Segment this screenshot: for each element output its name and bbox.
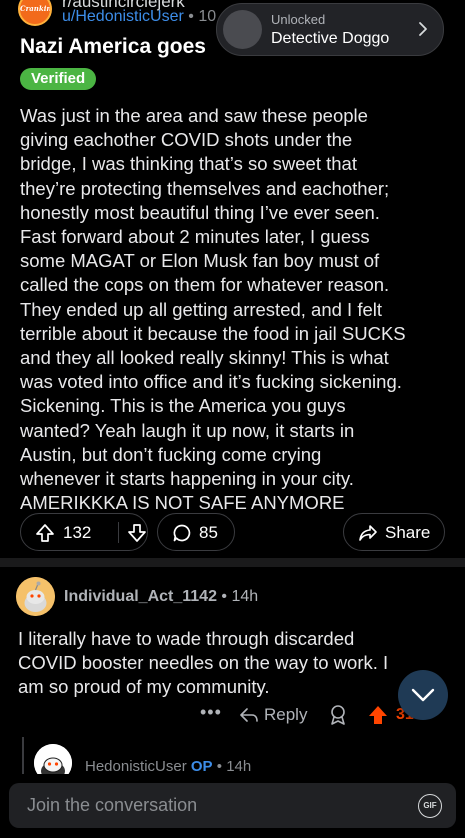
more-options-icon[interactable]: ••• [200,702,222,723]
comment-actions: ••• Reply 31 [0,702,465,728]
reply-button[interactable]: Reply [264,705,307,725]
comments-button[interactable]: 85 [157,513,235,551]
subreddit-avatar[interactable]: Crankin [18,0,52,26]
toast-subtitle: Unlocked [271,12,326,27]
comment-author[interactable]: Individual_Act_1142 [64,588,217,605]
text-line: they’re protecting themselves and eachot… [20,177,390,199]
post-body: Was just in the area and saw these peopl… [20,104,452,515]
text-line: Sickening. This is the America you guys [20,395,346,417]
vote-divider [118,522,119,543]
snoo-avatar-icon [16,577,55,616]
reply-time: 14h [226,758,252,775]
upvote-icon[interactable] [35,523,55,543]
share-icon [359,525,377,541]
op-tag: OP [190,758,213,775]
share-label: Share [385,523,431,542]
post-author-line: u/HedonisticUser • 10 [62,8,216,26]
toast-title: Detective Doggo [271,30,390,47]
text-line: wanted? Yeah laugh it up now, it starts … [20,419,355,441]
reply-author[interactable]: HedonisticUser [85,758,187,775]
upvote-count: 132 [63,523,92,542]
text-line: Fast forward about 2 minutes later, I gu… [20,226,370,248]
comment-body: I literally have to wade through discard… [18,627,448,700]
post-time: 10 [198,8,217,25]
achievement-avatar [223,10,262,49]
achievement-toast[interactable]: Unlocked Detective Doggo [216,3,444,56]
text-line: honestly most beautiful thing I’ve ever … [20,201,380,223]
text-line: I literally have to wade through discard… [18,628,355,649]
comment-author-line: Individual_Act_1142 • 14h [64,588,258,606]
text-line: called the cops on them for whatever rea… [20,274,390,296]
scroll-down-button[interactable] [398,670,448,720]
verified-badge: Verified [20,68,97,90]
vote-control: 132 [20,513,148,551]
share-button[interactable]: Share [343,513,445,551]
comment-time: 14h [231,588,259,605]
upvote-filled-icon[interactable] [367,704,389,726]
chevron-right-icon [419,22,427,36]
text-line: was voted into office and it’s fucking s… [20,371,402,393]
text-line: whenever it starts happening in your cit… [20,468,354,490]
text-line: am so proud of my community. [18,676,270,698]
text-line: and they all looked really skinny! This … [20,347,389,369]
reply-icon[interactable] [239,705,259,725]
gif-icon[interactable]: GIF [418,794,442,818]
post-title: Nazi America goes [20,35,206,58]
downvote-icon[interactable] [127,523,147,543]
post-author[interactable]: u/HedonisticUser [62,8,184,25]
award-icon[interactable] [328,704,348,726]
comment-count: 85 [199,523,218,542]
comment-bubble-icon [173,524,191,542]
text-line: Austin, but don’t fucking come crying [20,443,322,465]
subreddit-avatar-text: Crankin [20,4,52,13]
text-line: giving eachother COVID shots under the [20,129,353,151]
text-line: bridge, I was thinking that’s so sweet t… [20,153,357,175]
comment-input-placeholder: Join the conversation [27,795,198,815]
text-line: terrible about it because the food in ja… [20,322,406,344]
separator-dot: • [216,758,223,775]
separator-dot: • [221,588,228,605]
comment-avatar[interactable] [16,577,55,616]
text-line: AMERIKKKA IS NOT SAFE ANYMORE [20,492,345,514]
text-line: some MAGAT or Elon Musk fan boy must of [20,250,380,272]
text-line: They ended up all getting arrested, and … [20,298,383,320]
chevron-down-icon [411,688,435,702]
text-line: Was just in the area and saw these peopl… [20,105,368,126]
reply-author-line: HedonisticUser OP • 14h [85,758,251,775]
separator-dot: • [188,8,194,25]
text-line: COVID booster needles on the way to work… [18,652,389,674]
comment-input[interactable]: Join the conversation GIF [9,783,456,828]
section-divider [0,558,465,567]
